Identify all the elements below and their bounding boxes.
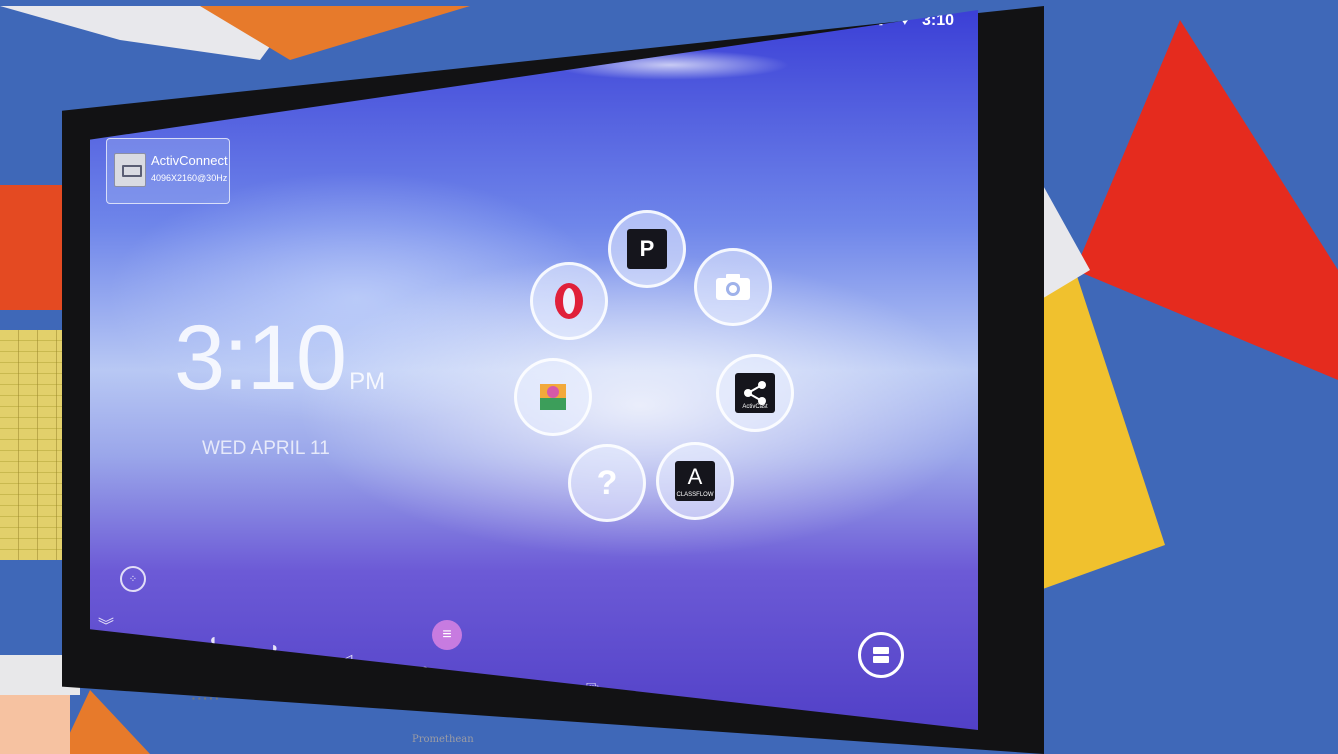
gallery-app-button[interactable]: [514, 358, 592, 436]
hdmi-input-icon: [114, 153, 146, 187]
classflow-icon: A CLASSFLOW: [675, 461, 715, 501]
split-window-button[interactable]: [858, 632, 904, 678]
activcast-app-button[interactable]: ActivCast: [716, 354, 794, 432]
apps-grid-button[interactable]: ⁘: [120, 566, 146, 592]
camera-icon: [716, 274, 750, 300]
apps-grid-icon: ⁘: [128, 573, 138, 585]
bulletin-board: [0, 330, 68, 560]
menu-icon: ≡: [442, 626, 452, 643]
bezel-buttons[interactable]: ▪▪▪▪▪: [192, 694, 221, 703]
clock-ampm: PM: [349, 368, 386, 395]
clock-widget: 3:10 PM: [174, 306, 385, 411]
p-store-app-button[interactable]: P: [608, 210, 686, 288]
activconnect-notification[interactable]: ActivConnect 4096X2160@30Hz: [106, 138, 230, 204]
help-app-button[interactable]: ?: [568, 444, 646, 522]
menu-button[interactable]: ≡: [432, 620, 462, 650]
brand-logo: Promethean: [412, 734, 474, 745]
p-store-icon: P: [627, 229, 667, 269]
notification-resolution: 4096X2160@30Hz: [151, 173, 228, 183]
help-icon: ?: [596, 463, 618, 502]
activcast-logo-icon: [744, 381, 766, 405]
camera-app-button[interactable]: [694, 248, 772, 326]
opera-app-button[interactable]: [530, 262, 608, 340]
split-window-icon: [873, 647, 889, 663]
classflow-app-button[interactable]: A CLASSFLOW: [656, 442, 734, 520]
opera-icon: [555, 283, 583, 319]
notification-title: ActivConnect: [151, 153, 228, 168]
activcast-caption: ActivCast: [742, 404, 768, 410]
activcast-icon: ActivCast: [735, 373, 775, 413]
classflow-caption: CLASSFLOW: [676, 492, 714, 498]
gallery-icon: [540, 384, 566, 410]
clock-date: WED APRIL 11: [202, 438, 330, 459]
clock-time: 3:10: [174, 307, 347, 409]
